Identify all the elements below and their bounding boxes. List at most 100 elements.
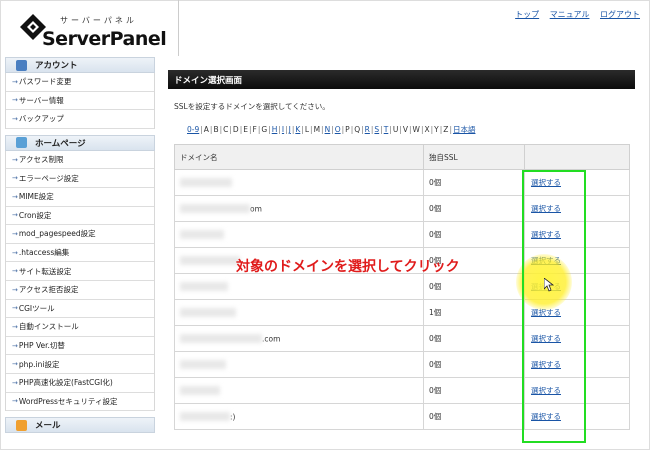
alphabet-filter-item[interactable]: O [335,125,341,134]
alphabet-filter-item: E [243,125,248,134]
alphabet-filter-item[interactable]: N [325,125,331,134]
arrow-icon: → [12,211,18,220]
col-action [524,144,630,170]
domain-cell [174,273,424,300]
sidebar-item[interactable]: → エラーページ設定 [6,169,154,188]
alphabet-filter-item[interactable]: 日本語 [453,125,476,134]
alphabet-filter-item[interactable]: R [365,125,370,134]
sidebar-item-label: CGIツール [18,303,55,313]
logo[interactable]: サーバーパネル ServerPanel [6,6,176,50]
logout-link[interactable]: ログアウト [600,10,640,19]
user-icon [16,59,27,71]
arrow-icon: → [12,174,18,183]
sidebar-item[interactable]: → mod_pagespeed設定 [6,225,154,244]
top-link[interactable]: トップ [515,10,539,19]
alphabet-filter-item: F [252,125,257,134]
domain-cell: :) [174,403,424,430]
blurred-domain [180,360,226,370]
alphabet-filter-item: B [213,125,219,134]
alphabet-separator: | [310,125,313,134]
sidebar-item[interactable]: → CGIツール [6,300,154,319]
alphabet-filter-item[interactable]: J [289,125,291,134]
ssl-count: 0個 [423,221,525,248]
alphabet-filter-item: X [424,125,430,134]
alphabet-filter-item[interactable]: 0-9 [187,125,199,134]
sidebar-item[interactable]: → php.ini設定 [6,355,154,374]
sidebar-item-label: WordPressセキュリティ設定 [18,396,118,406]
arrow-icon: → [12,77,18,86]
alphabet-filter-item: Y [434,125,439,134]
alphabet-filter-item: A [203,125,209,134]
sidebar-item[interactable]: → WordPressセキュリティ設定 [6,393,154,412]
alphabet-separator: | [361,125,364,134]
sidebar-item[interactable]: → サーバー情報 [6,92,154,111]
arrow-icon: → [12,397,18,406]
sidebar-item-label: PHP高速化設定(FastCGI化) [18,378,113,388]
sidebar-item-label: アクセス拒否設定 [18,285,79,295]
header-divider [178,0,179,56]
arrow-icon: → [12,341,18,350]
alphabet-filter-item: G [261,125,268,134]
alphabet-separator: | [389,125,392,134]
arrow-icon: → [12,155,18,164]
alphabet-separator: | [229,125,232,134]
manual-link[interactable]: マニュアル [550,10,590,19]
alphabet-filter-item: D [232,125,239,134]
domain-cell [174,351,424,378]
sidebar-section-2: メール [5,417,155,434]
arrow-icon: → [12,96,18,105]
sidebar-item-label: .htaccess編集 [18,248,70,258]
alphabet-filter-item[interactable]: T [384,125,389,134]
alphabet-separator: | [268,125,271,134]
sidebar-item[interactable]: → サイト転送設定 [6,262,154,281]
alphabet-filter-item[interactable]: H [272,125,278,134]
sidebar-section-1: ホームページ [5,134,155,151]
sidebar: アカウント → パスワード変更 → サーバー情報 → バックアップ ホームページ → アクセス制限… [5,57,155,434]
sidebar-section-title: ホームページ [35,138,86,149]
sidebar-item[interactable]: → Cron設定 [6,207,154,226]
sidebar-section-title: メール [35,421,61,432]
sidebar-section-title: アカウント [35,61,78,71]
blurred-domain [180,282,228,292]
alphabet-filter-item: C [223,125,229,134]
ssl-count: 0個 [423,325,525,352]
homepage-icon [16,137,27,149]
alphabet-filter-item[interactable]: K [295,125,300,134]
alphabet-separator: | [248,125,252,134]
sidebar-item[interactable]: → アクセス拒否設定 [6,281,154,300]
alphabet-separator: | [278,125,281,134]
sidebar-item-label: php.ini設定 [18,359,60,369]
sidebar-item[interactable]: → PHP Ver.切替 [6,337,154,356]
alphabet-filter: 0-9|A|B|C|D|E|F|G|H|I|J|K|L|M|N|O|P|Q|R|… [187,124,635,135]
alphabet-filter-item: V [402,125,409,134]
sidebar-item[interactable]: → パスワード変更 [6,73,154,92]
page-description: SSLを設定するドメインを選択してください。 [174,102,330,111]
sidebar-item-label: MIME設定 [18,192,54,202]
main-content: ドメイン選択画面 SSLを設定するドメインを選択してください。 0-9|A|B|… [168,70,635,135]
sidebar-item[interactable]: → アクセス制限 [6,151,154,170]
arrow-icon: → [12,248,18,257]
sidebar-item[interactable]: → .htaccess編集 [6,244,154,263]
domain-cell [174,169,424,196]
sidebar-item[interactable]: → MIME設定 [6,188,154,207]
alphabet-filter-item: U [392,125,399,134]
sidebar-item-label: アクセス制限 [18,155,64,165]
alphabet-filter-item: M [313,125,321,134]
alphabet-filter-item[interactable]: I [282,125,284,134]
sidebar-item-label: mod_pagespeed設定 [18,229,96,239]
sidebar-item[interactable]: → 自動インストール [6,318,154,337]
arrow-icon: → [12,192,18,201]
ssl-count: 0個 [423,403,525,430]
arrow-icon: → [12,378,18,387]
ssl-count: 0個 [423,195,525,222]
alphabet-separator: | [331,125,334,134]
alphabet-separator: | [430,125,434,134]
sidebar-item[interactable]: → PHP高速化設定(FastCGI化) [6,374,154,393]
alphabet-separator: | [449,125,452,134]
sidebar-item[interactable]: → バックアップ [6,110,154,129]
ssl-count: 1個 [423,299,525,326]
alphabet-filter-item[interactable]: S [374,125,379,134]
sidebar-item-label: パスワード変更 [18,77,72,87]
alphabet-separator: | [257,125,261,134]
col-ssl: 独自SSL [423,144,525,170]
